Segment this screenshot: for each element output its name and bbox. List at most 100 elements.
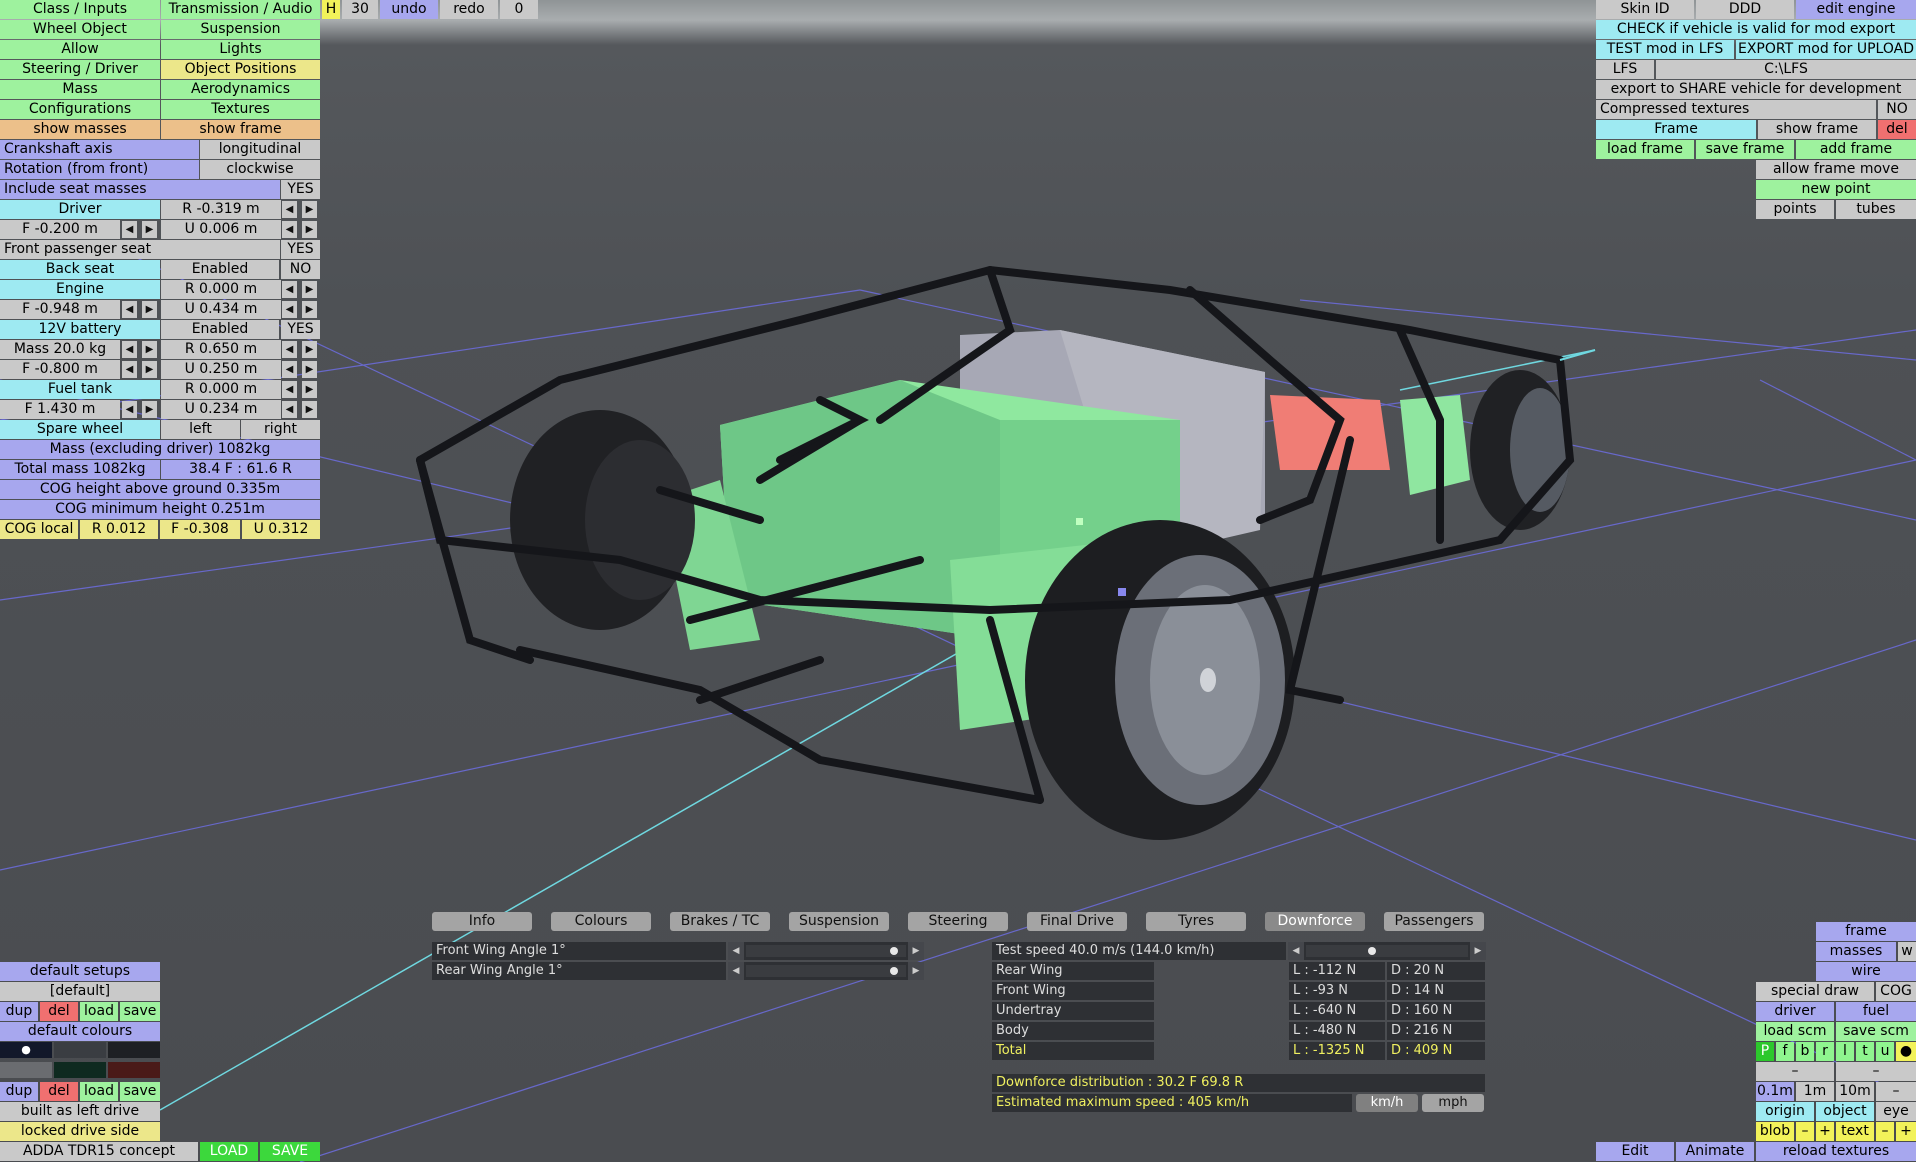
frame-view-button[interactable]: frame [1816,922,1916,941]
step-10m-button[interactable]: 10m [1836,1082,1874,1101]
export-share-button[interactable]: export to SHARE vehicle for development [1596,80,1916,99]
view-l-button[interactable]: l [1836,1042,1854,1061]
w-button[interactable]: w [1898,942,1916,961]
tab-steering[interactable]: Steering [908,912,1008,931]
front-wing-increase[interactable]: ▶ [908,942,924,960]
step-01m-button[interactable]: 0.1m [1756,1082,1794,1101]
engine-u-value[interactable]: U 0.434 m [161,300,281,319]
built-as-left-drive[interactable]: built as left drive [0,1102,160,1121]
colour-save-button[interactable]: save [120,1082,160,1101]
load-vehicle-button[interactable]: LOAD [200,1142,258,1161]
load-frame-button[interactable]: load frame [1596,140,1694,159]
save-vehicle-button[interactable]: SAVE [260,1142,320,1161]
show-masses-toggle[interactable]: show masses [0,120,160,139]
menu-transmission-audio[interactable]: Transmission / Audio [161,0,320,19]
view-u-button[interactable]: u [1876,1042,1894,1061]
rotation-select[interactable]: clockwise [200,160,320,179]
text-minus-button[interactable]: – [1876,1122,1894,1141]
test-speed-decrease[interactable]: ◀ [1288,942,1304,960]
front-wing-angle-slider[interactable]: ◀ ▶ [728,942,924,960]
check-valid-button[interactable]: CHECK if vehicle is valid for mod export [1596,20,1916,39]
fuel-view-button[interactable]: fuel [1836,1002,1916,1021]
menu-class-inputs[interactable]: Class / Inputs [0,0,160,19]
tab-downforce[interactable]: Downforce [1265,912,1365,931]
locked-drive-side[interactable]: locked drive side [0,1122,160,1141]
colour-swatch-4[interactable] [0,1062,52,1078]
rear-wing-increase[interactable]: ▶ [908,962,924,980]
setup-del-button[interactable]: del [40,1002,78,1021]
fuel-u-right-arrow[interactable]: ▶ [302,401,317,418]
setup-load-button[interactable]: load [80,1002,118,1021]
step-1m-button[interactable]: 1m [1796,1082,1834,1101]
driver-r-right-arrow[interactable]: ▶ [302,201,317,218]
battery-mass-right-arrow[interactable]: ▶ [142,341,157,358]
blob-button[interactable]: blob [1756,1122,1794,1141]
tab-passengers[interactable]: Passengers [1384,912,1484,931]
setup-select[interactable]: [default] [0,982,160,1001]
special-draw-button[interactable]: special draw [1756,982,1874,1001]
add-frame-button[interactable]: add frame [1796,140,1916,159]
battery-r-left-arrow[interactable]: ◀ [282,341,297,358]
dash-right-button[interactable]: – [1836,1062,1916,1081]
driver-u-left-arrow[interactable]: ◀ [282,221,297,238]
blob-plus-button[interactable]: + [1816,1122,1834,1141]
driver-u-right-arrow[interactable]: ▶ [302,221,317,238]
battery-label[interactable]: 12V battery [0,320,160,339]
rear-wing-angle-slider[interactable]: ◀ ▶ [728,962,924,980]
test-speed-thumb[interactable] [1367,947,1376,955]
lfs-path[interactable]: C:\LFS [1656,60,1916,79]
setup-dup-button[interactable]: dup [0,1002,38,1021]
view-dot-button[interactable]: ● [1896,1042,1916,1061]
text-button[interactable]: text [1836,1122,1874,1141]
engine-label[interactable]: Engine [0,280,160,299]
allow-frame-move-button[interactable]: allow frame move [1756,160,1916,179]
kmh-button[interactable]: km/h [1356,1094,1418,1112]
engine-r-left-arrow[interactable]: ◀ [282,281,297,298]
tab-brakes-tc[interactable]: Brakes / TC [670,912,770,931]
front-wing-decrease[interactable]: ◀ [728,942,744,960]
colour-swatch-3[interactable] [108,1042,160,1058]
menu-suspension[interactable]: Suspension [161,20,320,39]
test-speed-slider[interactable]: ◀ ▶ [1288,942,1486,960]
battery-mass-value[interactable]: Mass 20.0 kg [0,340,120,359]
fuel-r-value[interactable]: R 0.000 m [161,380,281,399]
engine-f-left-arrow[interactable]: ◀ [122,301,137,318]
tab-suspension[interactable]: Suspension [789,912,889,931]
skin-id-button[interactable]: Skin ID [1596,0,1694,19]
undo-button[interactable]: undo [380,0,438,19]
origin-button[interactable]: origin [1756,1102,1814,1121]
redo-button[interactable]: redo [440,0,498,19]
export-mod-button[interactable]: EXPORT mod for UPLOAD [1736,40,1916,59]
menu-steering-driver[interactable]: Steering / Driver [0,60,160,79]
fuel-u-value[interactable]: U 0.234 m [161,400,281,419]
dash-left-button[interactable]: – [1756,1062,1834,1081]
back-seat-label[interactable]: Back seat [0,260,160,279]
step-dash-button[interactable]: – [1876,1082,1916,1101]
spare-wheel-right[interactable]: right [241,420,320,439]
colour-swatch-5[interactable] [54,1062,106,1078]
view-t-button[interactable]: t [1856,1042,1874,1061]
battery-u-left-arrow[interactable]: ◀ [282,361,297,378]
fuel-u-left-arrow[interactable]: ◀ [282,401,297,418]
text-plus-button[interactable]: + [1896,1122,1916,1141]
tab-info[interactable]: Info [432,912,532,931]
engine-r-value[interactable]: R 0.000 m [161,280,281,299]
fuel-f-left-arrow[interactable]: ◀ [122,401,137,418]
delete-frame-button[interactable]: del [1878,120,1916,139]
driver-f-value[interactable]: F -0.200 m [0,220,120,239]
battery-toggle[interactable]: YES [281,320,320,339]
cog-button[interactable]: COG [1876,982,1916,1001]
fuel-f-right-arrow[interactable]: ▶ [142,401,157,418]
engine-u-left-arrow[interactable]: ◀ [282,301,297,318]
crankshaft-axis-select[interactable]: longitudinal [200,140,320,159]
driver-u-value[interactable]: U 0.006 m [161,220,281,239]
battery-f-left-arrow[interactable]: ◀ [122,361,137,378]
fuel-r-left-arrow[interactable]: ◀ [282,381,297,398]
back-seat-toggle[interactable]: NO [281,260,320,279]
default-colours-button[interactable]: default colours [0,1022,160,1041]
object-button[interactable]: object [1816,1102,1874,1121]
engine-r-right-arrow[interactable]: ▶ [302,281,317,298]
animate-mode-button[interactable]: Animate [1676,1142,1754,1161]
battery-mass-left-arrow[interactable]: ◀ [122,341,137,358]
fuel-tank-label[interactable]: Fuel tank [0,380,160,399]
